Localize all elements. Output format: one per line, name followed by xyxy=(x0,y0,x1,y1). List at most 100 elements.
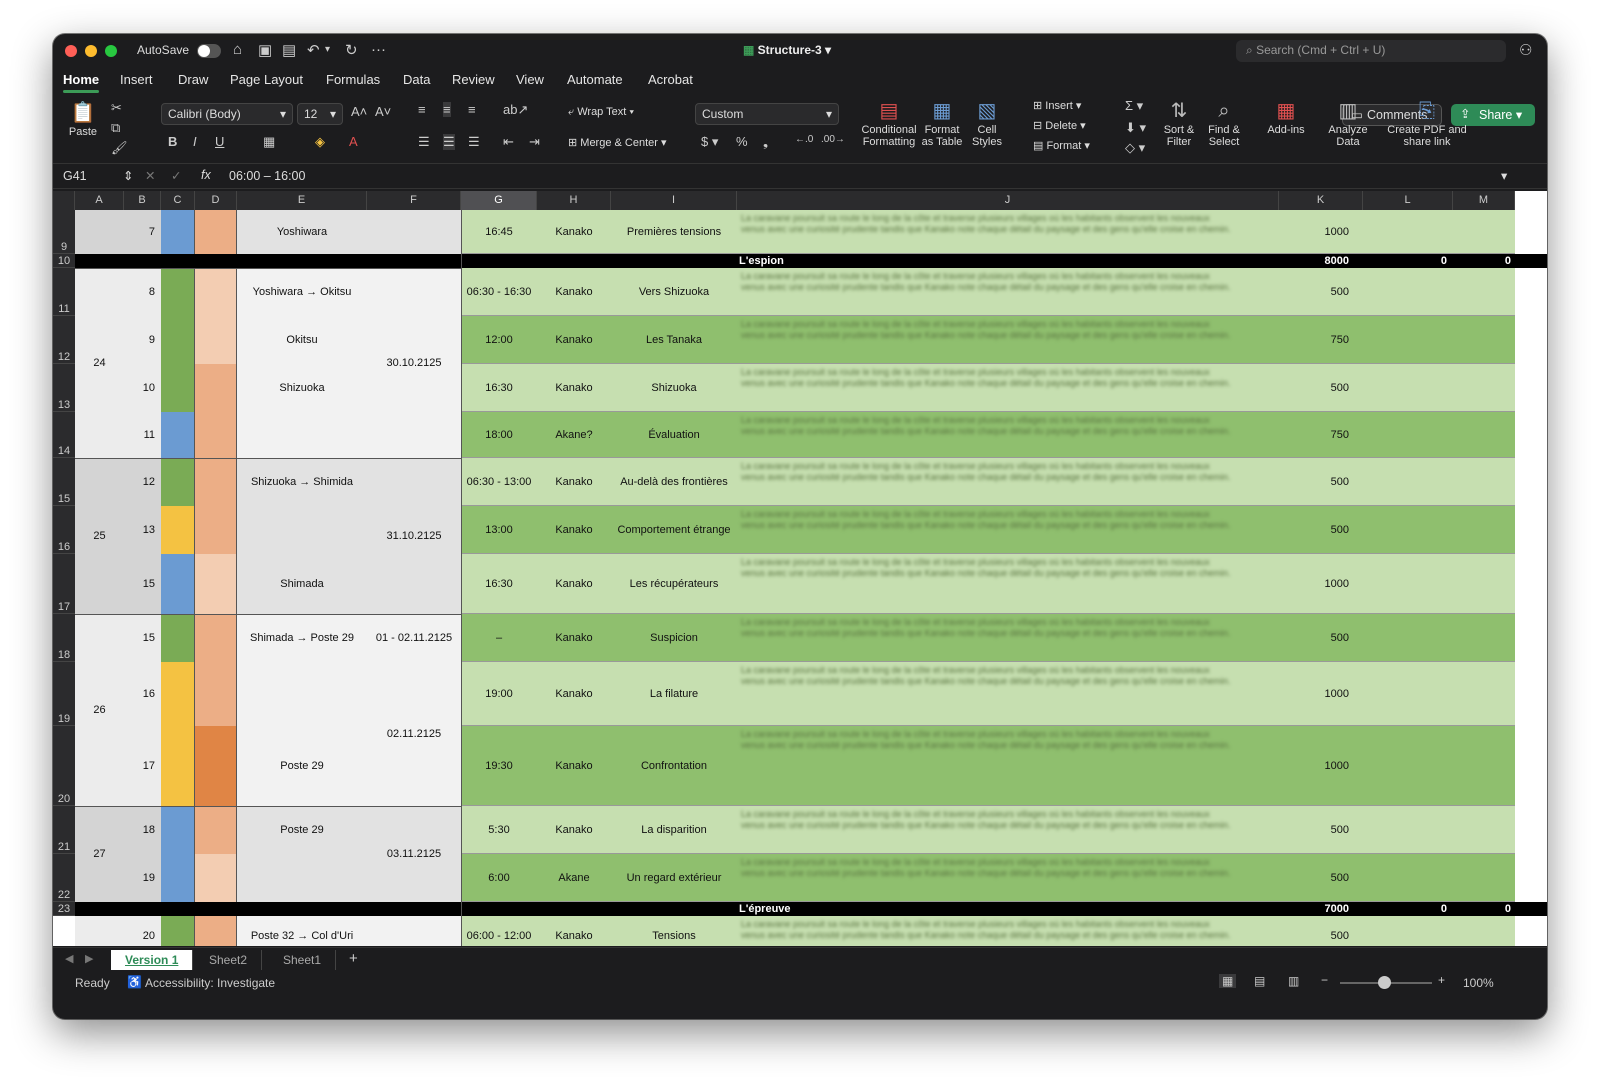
scene-time[interactable]: 06:30 - 16:30 xyxy=(461,268,537,316)
insert-cells-button[interactable]: ⊞ Insert ▾ xyxy=(1033,100,1081,112)
tab-review[interactable]: Review xyxy=(452,72,495,87)
column-header-d[interactable]: D xyxy=(195,191,237,210)
section-total-m[interactable]: 0 xyxy=(1453,902,1511,916)
scene-title[interactable]: La filature xyxy=(611,662,737,726)
chapter-number[interactable]: 19 xyxy=(124,854,155,902)
scene-time[interactable]: 18:00 xyxy=(461,412,537,458)
day-number[interactable]: 24 xyxy=(75,268,124,458)
tab-automate[interactable]: Automate xyxy=(567,72,623,87)
scene-time[interactable]: 12:00 xyxy=(461,316,537,364)
column-header-h[interactable]: H xyxy=(537,191,611,210)
close-window-button[interactable] xyxy=(65,45,77,57)
page-break-view-icon[interactable]: ▥ xyxy=(1288,974,1299,988)
chapter-number[interactable]: 12 xyxy=(124,458,155,506)
column-header-l[interactable]: L xyxy=(1363,191,1453,210)
scene-character[interactable]: Kanako xyxy=(537,916,611,946)
scene-word-count[interactable]: 750 xyxy=(1279,316,1349,364)
decrease-decimal-icon[interactable]: .00→ xyxy=(821,134,845,145)
scene-word-count[interactable]: 1000 xyxy=(1279,726,1349,806)
day-date[interactable]: 01 - 02.11.2125 xyxy=(367,614,461,662)
zoom-in-icon[interactable]: + xyxy=(1438,973,1445,987)
scene-time[interactable]: 06:00 - 12:00 xyxy=(461,916,537,946)
save-icon[interactable]: ▣ xyxy=(258,41,272,59)
orientation-icon[interactable]: ab↗ xyxy=(503,102,528,118)
analyze-data-button[interactable]: ▥ Analyze Data xyxy=(1325,98,1371,148)
day-number[interactable]: 27 xyxy=(75,806,124,902)
sheet-tab-sheet2[interactable]: Sheet2 xyxy=(195,950,263,970)
scene-time[interactable]: 19:00 xyxy=(461,662,537,726)
tab-data[interactable]: Data xyxy=(403,72,430,87)
column-header-c[interactable]: C xyxy=(161,191,195,210)
location-name[interactable]: Yoshiwara xyxy=(237,210,367,254)
name-box-stepper-icon[interactable]: ⇕ xyxy=(123,168,133,183)
scene-time[interactable]: 16:30 xyxy=(461,554,537,614)
scene-title[interactable]: Au-delà des frontières xyxy=(611,458,737,506)
chapter-number[interactable]: 10 xyxy=(124,364,155,412)
scene-character[interactable]: Kanako xyxy=(537,554,611,614)
scene-title[interactable]: Les récupérateurs xyxy=(611,554,737,614)
row-header-14[interactable]: 14 xyxy=(53,412,75,458)
redo-icon[interactable]: ↻ xyxy=(345,41,358,59)
chapter-number[interactable]: 7 xyxy=(124,210,155,254)
row-header-17[interactable]: 17 xyxy=(53,554,75,614)
scene-word-count[interactable]: 500 xyxy=(1279,268,1349,316)
column-header-m[interactable]: M xyxy=(1453,191,1515,210)
tab-insert[interactable]: Insert xyxy=(120,72,153,87)
align-bottom-icon[interactable]: ≡ xyxy=(468,102,476,117)
section-total-l[interactable]: 0 xyxy=(1363,254,1447,268)
scene-time[interactable]: 19:30 xyxy=(461,726,537,806)
scene-word-count[interactable]: 500 xyxy=(1279,916,1349,946)
row-header-15[interactable]: 15 xyxy=(53,458,75,506)
row-header-20[interactable]: 20 xyxy=(53,726,75,806)
scene-word-count[interactable]: 1000 xyxy=(1279,662,1349,726)
chapter-number[interactable]: 18 xyxy=(124,806,155,854)
row-header-11[interactable]: 11 xyxy=(53,268,75,316)
name-box[interactable]: G41 xyxy=(63,169,87,183)
chapter-number[interactable]: 8 xyxy=(124,268,155,316)
scene-character[interactable]: Kanako xyxy=(537,210,611,254)
scene-character[interactable]: Kanako xyxy=(537,268,611,316)
scene-title[interactable]: Vers Shizuoka xyxy=(611,268,737,316)
scene-time[interactable]: 6:00 xyxy=(461,854,537,902)
tab-view[interactable]: View xyxy=(516,72,544,87)
align-center-icon[interactable]: ☰ xyxy=(443,134,455,150)
tab-formulas[interactable]: Formulas xyxy=(326,72,380,87)
location-name[interactable]: Shimada xyxy=(237,554,367,614)
scene-character[interactable]: Kanako xyxy=(537,506,611,554)
account-icon[interactable]: ⚇ xyxy=(1519,41,1532,59)
row-header-19[interactable]: 19 xyxy=(53,662,75,726)
column-header-b[interactable]: B xyxy=(124,191,161,210)
scene-time[interactable]: – xyxy=(461,614,537,662)
column-header-a[interactable]: A xyxy=(75,191,124,210)
merge-center-button[interactable]: ⊞ Merge & Center ▾ xyxy=(568,137,667,149)
font-family-select[interactable]: Calibri (Body) ▾ xyxy=(161,103,293,125)
scene-title[interactable]: Tensions xyxy=(611,916,737,946)
location-name[interactable]: Poste 32 → Col d'Uri xyxy=(237,916,367,946)
sort-filter-button[interactable]: ⇅ Sort & Filter xyxy=(1159,98,1199,148)
scene-character[interactable]: Kanako xyxy=(537,662,611,726)
scene-time[interactable]: 5:30 xyxy=(461,806,537,854)
accessibility-icon[interactable]: ♿ xyxy=(127,975,142,989)
scene-word-count[interactable]: 500 xyxy=(1279,854,1349,902)
format-as-table-button[interactable]: ▦ Format as Table xyxy=(921,98,963,148)
prev-sheet-icon[interactable]: ◀ xyxy=(65,952,73,965)
cancel-icon[interactable]: ✕ xyxy=(145,168,155,183)
home-icon[interactable]: ⌂ xyxy=(233,41,242,58)
scene-word-count[interactable]: 500 xyxy=(1279,458,1349,506)
section-title[interactable]: L'espion xyxy=(737,254,1279,268)
scene-word-count[interactable]: 500 xyxy=(1279,506,1349,554)
copy-icon[interactable]: ⧉ xyxy=(111,120,120,136)
normal-view-icon[interactable]: ▦ xyxy=(1219,974,1237,988)
scene-word-count[interactable]: 500 xyxy=(1279,806,1349,854)
row-header-22[interactable]: 22 xyxy=(53,854,75,902)
align-middle-icon[interactable]: ≡ xyxy=(443,102,451,117)
scene-title[interactable]: Shizuoka xyxy=(611,364,737,412)
row-header-10[interactable]: 10 xyxy=(53,254,75,268)
chapter-number[interactable]: 9 xyxy=(124,316,155,364)
comma-icon[interactable]: ❟ xyxy=(763,134,768,150)
paste-button[interactable]: 📋 Paste xyxy=(63,100,103,138)
formula-input[interactable]: 06:00 – 16:00 xyxy=(229,169,305,183)
borders-icon[interactable]: ▦ xyxy=(263,134,275,150)
format-painter-icon[interactable]: 🖌 xyxy=(111,140,128,156)
tab-page-layout[interactable]: Page Layout xyxy=(230,72,303,87)
